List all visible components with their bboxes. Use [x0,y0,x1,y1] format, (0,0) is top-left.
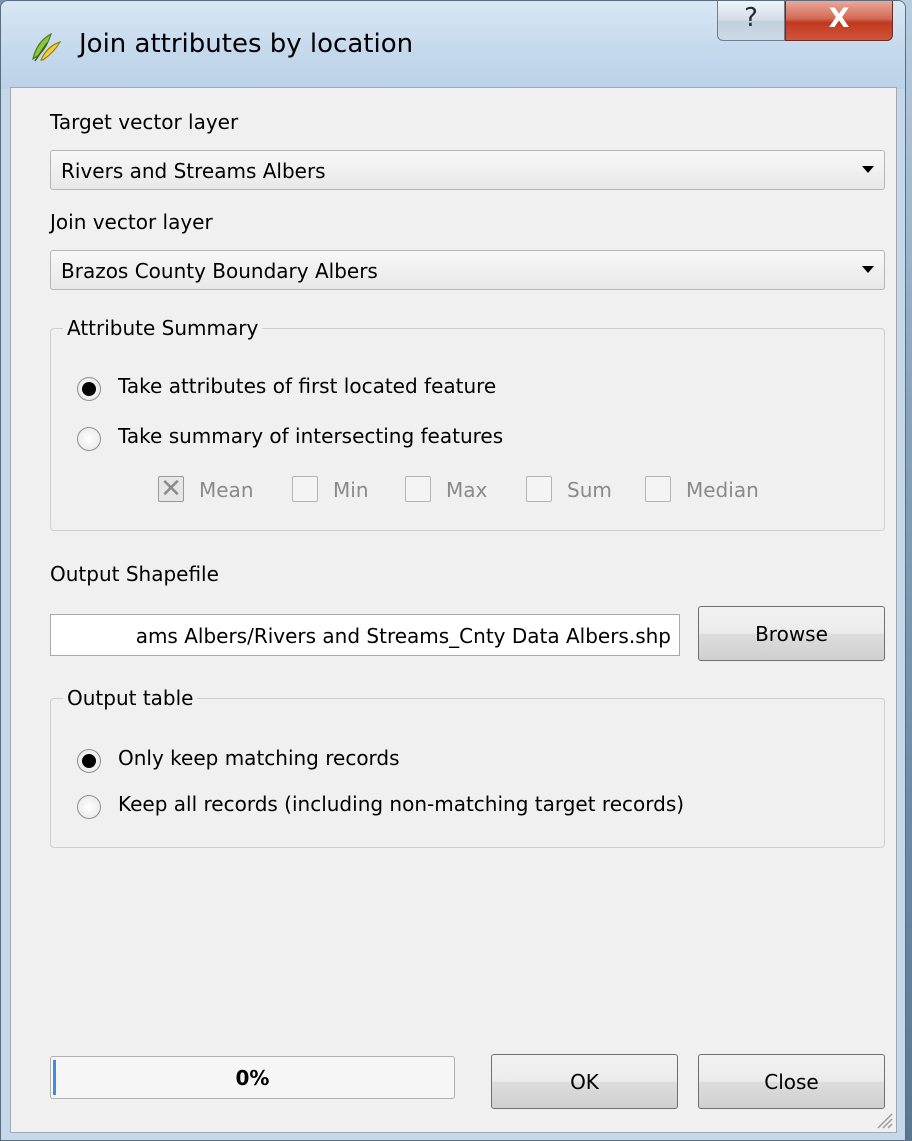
median-checkbox[interactable] [645,476,671,502]
first-located-feature-label: Take attributes of first located feature [118,374,497,398]
keep-matching-radio[interactable] [77,749,101,773]
mean-label: Mean [199,478,254,502]
chevron-down-icon [862,266,874,273]
chevron-down-icon [862,166,874,173]
progress-bar: 0% [50,1056,455,1099]
title-bar[interactable]: Join attributes by location ? X [1,1,905,89]
ok-button[interactable]: OK [491,1054,678,1109]
output-shapefile-label: Output Shapefile [50,562,219,586]
checkmark-x-icon: ✕ [160,474,182,504]
min-label: Min [333,478,369,502]
target-layer-select[interactable]: Rivers and Streams Albers [50,150,885,190]
help-icon: ? [744,3,758,33]
sum-checkbox[interactable] [526,476,552,502]
resize-grip-icon[interactable] [872,1108,894,1130]
browse-button[interactable]: Browse [698,606,885,661]
max-checkbox[interactable] [405,476,431,502]
join-layer-label: Join vector layer [50,210,213,234]
dialog-window: Join attributes by location ? X Target v… [0,0,906,1141]
dialog-title: Join attributes by location [79,29,414,59]
close-button[interactable]: Close [698,1054,885,1109]
median-label: Median [686,478,759,502]
attribute-summary-title: Attribute Summary [63,316,263,340]
target-layer-value: Rivers and Streams Albers [61,159,326,183]
output-path-value: ams Albers/Rivers and Streams_Cnty Data … [135,624,671,648]
help-button[interactable]: ? [717,1,785,41]
min-checkbox[interactable] [292,476,318,502]
progress-text: 0% [235,1066,270,1090]
qgis-logo-icon [32,32,62,62]
dialog-body: Target vector layer Rivers and Streams A… [10,87,897,1133]
first-located-feature-radio[interactable] [77,377,101,401]
output-table-title: Output table [63,686,198,710]
output-table-group [50,698,885,848]
output-path-field[interactable]: ams Albers/Rivers and Streams_Cnty Data … [50,614,680,656]
keep-all-label: Keep all records (including non-matching… [118,792,685,816]
sum-label: Sum [567,478,612,502]
keep-all-radio[interactable] [77,795,101,819]
close-button-label: Close [764,1069,819,1094]
browse-label: Browse [755,621,828,646]
mean-checkbox[interactable]: ✕ [158,474,184,504]
summary-intersecting-radio[interactable] [77,427,101,451]
join-layer-select[interactable]: Brazos County Boundary Albers [50,250,885,290]
ok-label: OK [570,1069,599,1094]
target-layer-label: Target vector layer [50,110,239,134]
close-icon: X [828,3,850,34]
window-close-button[interactable]: X [785,1,893,41]
join-layer-value: Brazos County Boundary Albers [61,259,378,283]
summary-intersecting-label: Take summary of intersecting features [118,424,504,448]
max-label: Max [446,478,488,502]
keep-matching-label: Only keep matching records [118,746,400,770]
